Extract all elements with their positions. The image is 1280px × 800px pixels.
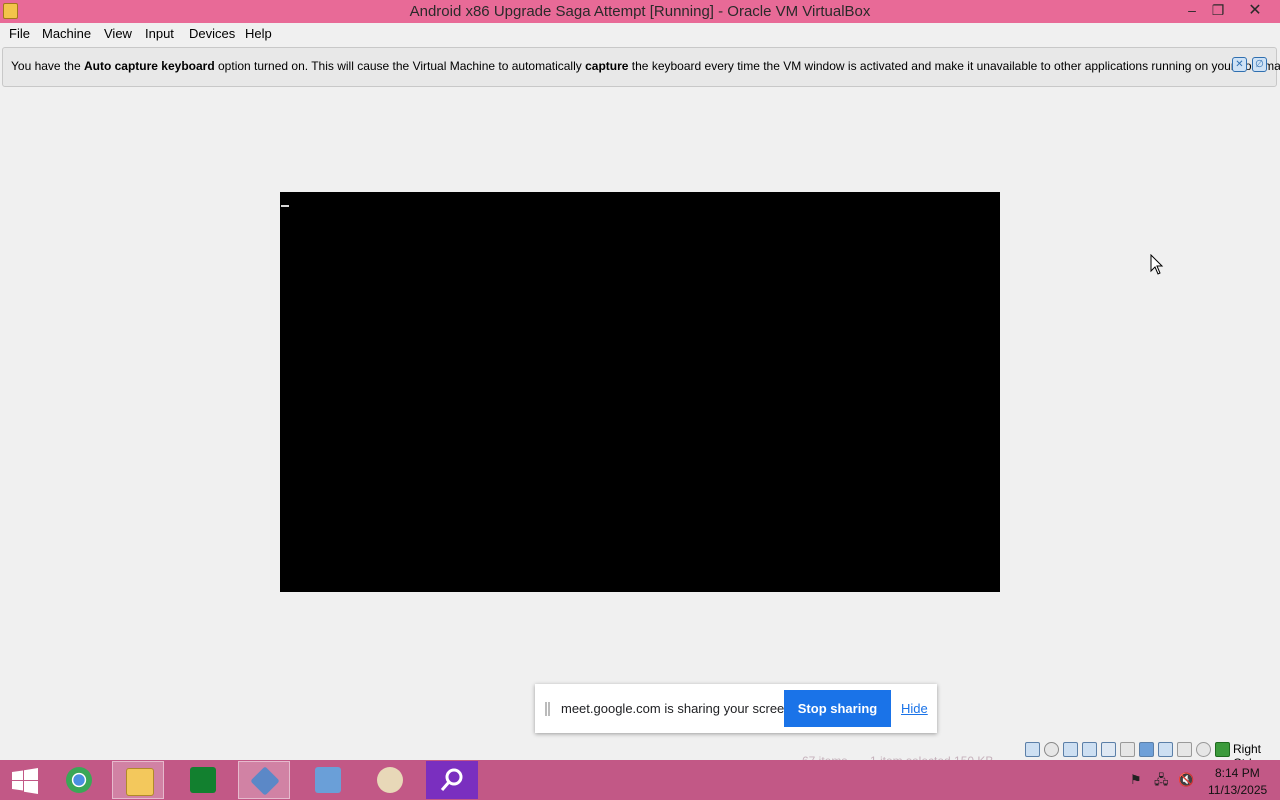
text-cursor bbox=[281, 205, 289, 207]
folder-icon bbox=[126, 768, 154, 796]
menu-file[interactable]: File bbox=[9, 26, 30, 41]
menu-devices[interactable]: Devices bbox=[189, 26, 235, 41]
menu-help[interactable]: Help bbox=[245, 26, 272, 41]
clock-time[interactable]: 8:14 PM bbox=[1215, 766, 1260, 780]
notification-text-part: option turned on. This will cause the Vi… bbox=[214, 59, 586, 73]
menu-bar: File Machine View Input Devices Help bbox=[0, 23, 1280, 45]
keyboard-capture-icon[interactable] bbox=[1215, 742, 1230, 757]
audio-icon[interactable] bbox=[1063, 742, 1078, 757]
taskbar-paint[interactable] bbox=[364, 761, 416, 799]
title-bar: Android x86 Upgrade Saga Attempt [Runnin… bbox=[0, 0, 1280, 23]
magnifier-icon bbox=[440, 768, 463, 791]
minimize-button[interactable]: – bbox=[1179, 0, 1205, 22]
network-icon[interactable] bbox=[1082, 742, 1097, 757]
taskbar-file-explorer[interactable] bbox=[112, 761, 164, 799]
optical-drive-icon[interactable] bbox=[1044, 742, 1059, 757]
paint-palette-icon bbox=[377, 767, 403, 793]
hard-disk-icon[interactable] bbox=[1025, 742, 1040, 757]
notification-bold-text: capture bbox=[585, 59, 629, 73]
do-not-show-again-icon[interactable]: ∅ bbox=[1252, 57, 1267, 72]
drag-handle-icon[interactable] bbox=[545, 702, 550, 716]
menu-view[interactable]: View bbox=[104, 26, 132, 41]
restore-button[interactable]: ❐ bbox=[1205, 0, 1231, 22]
start-button[interactable] bbox=[0, 761, 52, 799]
stop-sharing-button[interactable]: Stop sharing bbox=[784, 690, 891, 727]
menu-input[interactable]: Input bbox=[145, 26, 174, 41]
shared-folders-icon[interactable] bbox=[1120, 742, 1135, 757]
notification-text: You have the Auto capture keyboard optio… bbox=[11, 59, 1280, 73]
taskbar-search[interactable] bbox=[426, 761, 478, 799]
menu-machine[interactable]: Machine bbox=[42, 26, 91, 41]
hide-link[interactable]: Hide bbox=[901, 701, 928, 716]
mouse-pointer-icon bbox=[1150, 254, 1164, 275]
auto-capture-notification: You have the Auto capture keyboard optio… bbox=[2, 47, 1280, 87]
taskbar-chrome[interactable] bbox=[53, 761, 105, 799]
sharing-message: meet.google.com is sharing your screen. bbox=[561, 701, 796, 716]
notification-text-part: the keyboard every time the VM window is… bbox=[628, 59, 1280, 73]
windows-logo-icon bbox=[12, 768, 38, 794]
notification-text-part: You have the bbox=[11, 59, 84, 73]
recording-icon[interactable] bbox=[1177, 742, 1192, 757]
close-notification-icon[interactable]: ✕ bbox=[1232, 57, 1247, 72]
volume-muted-icon[interactable]: 🔇 bbox=[1178, 773, 1194, 786]
display-icon[interactable] bbox=[1139, 742, 1154, 757]
taskbar-store[interactable] bbox=[177, 761, 229, 799]
cpu-icon[interactable] bbox=[1196, 742, 1211, 757]
notification-bold-text: Auto capture keyboard bbox=[83, 59, 215, 73]
taskbar-virtualbox[interactable] bbox=[238, 761, 290, 799]
usb-icon[interactable] bbox=[1101, 742, 1116, 757]
screen-sharing-bar: meet.google.com is sharing your screen. … bbox=[535, 684, 937, 733]
taskbar-remote-desktop[interactable] bbox=[302, 761, 354, 799]
network-tray-icon[interactable]: 🖧 bbox=[1154, 773, 1169, 786]
chrome-icon bbox=[66, 767, 92, 793]
action-center-flag-icon[interactable]: ⚑ bbox=[1130, 773, 1144, 786]
video-capture-icon[interactable] bbox=[1158, 742, 1173, 757]
close-button[interactable]: ✕ bbox=[1242, 0, 1268, 22]
clock-date[interactable]: 11/13/2025 bbox=[1208, 783, 1267, 797]
vm-display[interactable] bbox=[280, 192, 1000, 592]
store-icon bbox=[190, 767, 216, 793]
virtualbox-icon bbox=[250, 766, 280, 796]
taskbar bbox=[0, 760, 1280, 800]
remote-desktop-icon bbox=[315, 767, 341, 793]
window-title: Android x86 Upgrade Saga Attempt [Runnin… bbox=[409, 3, 871, 20]
